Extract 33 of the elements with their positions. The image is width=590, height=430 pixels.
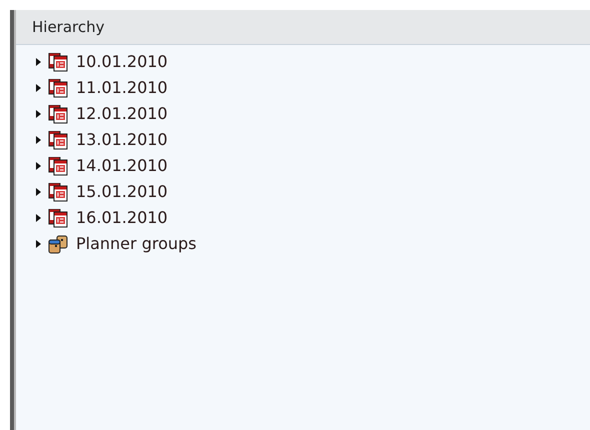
calendar-icon bbox=[48, 156, 68, 176]
people-icon bbox=[48, 234, 68, 254]
tree-node[interactable]: 15.01.2010 bbox=[16, 179, 590, 205]
node-label: 13.01.2010 bbox=[75, 129, 168, 151]
panel-title: Hierarchy bbox=[32, 16, 105, 38]
node-label: Planner groups bbox=[75, 233, 196, 255]
expand-arrow-icon[interactable] bbox=[34, 136, 42, 144]
tree-node[interactable]: 16.01.2010 bbox=[16, 205, 590, 231]
tree-node[interactable]: 13.01.2010 bbox=[16, 127, 590, 153]
node-label: 16.01.2010 bbox=[75, 207, 168, 229]
expand-arrow-icon[interactable] bbox=[34, 240, 42, 248]
node-label: 15.01.2010 bbox=[75, 181, 168, 203]
expand-arrow-icon[interactable] bbox=[34, 214, 42, 222]
node-label: 12.01.2010 bbox=[75, 103, 168, 125]
calendar-icon bbox=[48, 52, 68, 72]
expand-arrow-icon[interactable] bbox=[34, 110, 42, 118]
expand-arrow-icon[interactable] bbox=[34, 188, 42, 196]
calendar-icon bbox=[48, 182, 68, 202]
calendar-icon bbox=[48, 104, 68, 124]
tree-node[interactable]: 12.01.2010 bbox=[16, 101, 590, 127]
expand-arrow-icon[interactable] bbox=[34, 84, 42, 92]
calendar-icon bbox=[48, 208, 68, 228]
tree-node[interactable]: Planner groups bbox=[16, 231, 590, 257]
tree-node[interactable]: 11.01.2010 bbox=[16, 75, 590, 101]
node-label: 14.01.2010 bbox=[75, 155, 168, 177]
tree-node[interactable]: 14.01.2010 bbox=[16, 153, 590, 179]
calendar-icon bbox=[48, 130, 68, 150]
node-label: 11.01.2010 bbox=[75, 77, 168, 99]
expand-arrow-icon[interactable] bbox=[34, 162, 42, 170]
node-label: 10.01.2010 bbox=[75, 51, 168, 73]
expand-arrow-icon[interactable] bbox=[34, 58, 42, 66]
calendar-icon bbox=[48, 78, 68, 98]
tree-node[interactable]: 10.01.2010 bbox=[16, 49, 590, 75]
